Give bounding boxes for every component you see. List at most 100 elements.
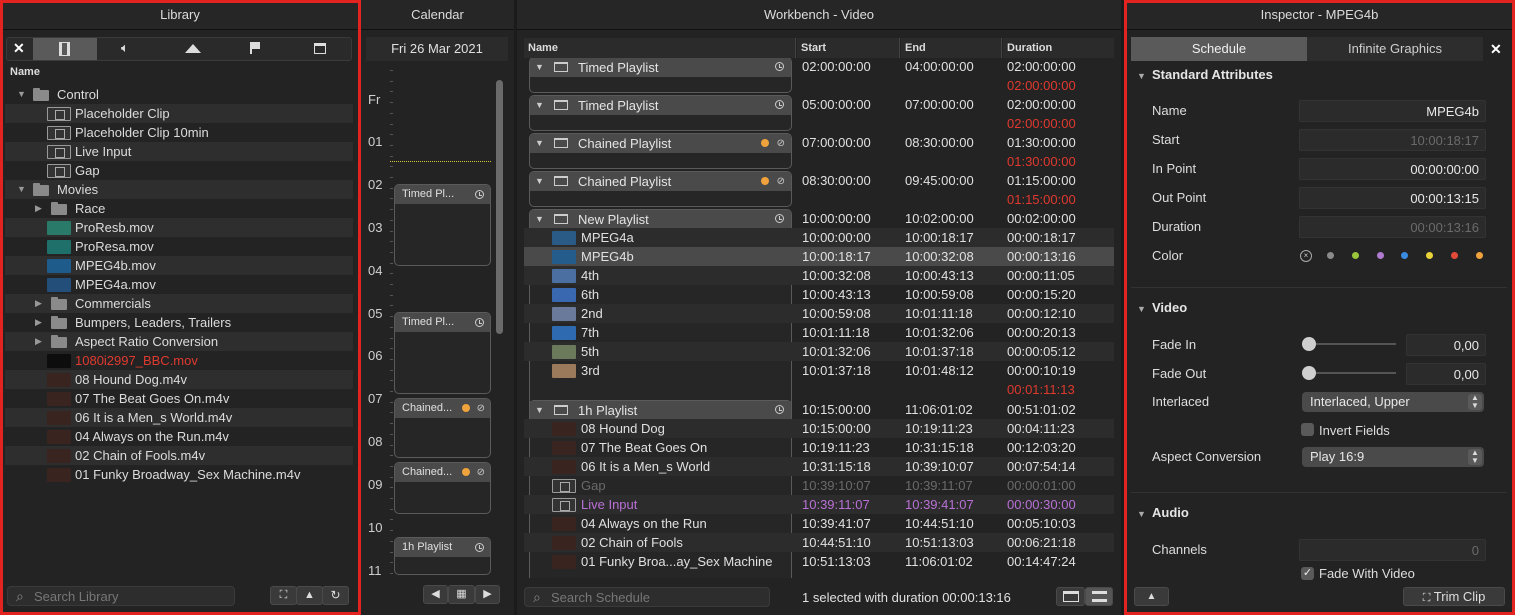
library-search-input[interactable]: Search Library bbox=[7, 586, 235, 606]
video-disclosure-icon[interactable]: ▼ bbox=[1137, 304, 1146, 314]
library-item[interactable]: ProResb.mov bbox=[5, 218, 353, 237]
table-row[interactable]: 4th 10:00:32:08 10:00:43:13 00:00:11:05 bbox=[524, 266, 1114, 285]
workbench-col-end[interactable]: End bbox=[901, 38, 1002, 58]
library-item[interactable]: ▼ Movies bbox=[5, 180, 353, 199]
field-value[interactable]: 10:00:18:17 bbox=[1299, 129, 1486, 151]
library-column-header[interactable]: Name bbox=[10, 66, 40, 78]
table-row[interactable]: 01 Funky Broa...ay_Sex Machine 10:51:13:0… bbox=[524, 552, 1114, 571]
table-row[interactable]: Live Input 10:39:11:07 10:39:41:07 00:00:30… bbox=[524, 495, 1114, 514]
table-row[interactable]: 08 Hound Dog 10:15:00:00 10:19:11:23 00:04:… bbox=[524, 419, 1114, 438]
workbench-col-name[interactable]: Name bbox=[524, 38, 796, 58]
playlist-gap-row[interactable]: 01:15:00:00 bbox=[524, 190, 1114, 209]
speaker-icon[interactable]: 🔈︎ bbox=[121, 40, 129, 56]
library-item[interactable]: ProResa.mov bbox=[5, 237, 353, 256]
table-row[interactable]: MPEG4b 10:00:18:17 10:00:32:08 00:00:13:16 bbox=[524, 247, 1114, 266]
color-swatch[interactable] bbox=[1376, 252, 1384, 259]
table-row[interactable]: 02 Chain of Fools 10:44:51:10 10:51:13:03 0… bbox=[524, 533, 1114, 552]
library-item[interactable]: ▶ Race bbox=[5, 199, 353, 218]
color-swatch[interactable] bbox=[1327, 252, 1334, 259]
fade-in-field[interactable]: 0,00 bbox=[1406, 334, 1486, 356]
library-item[interactable]: 06 It is a Men_s World.m4v bbox=[5, 408, 353, 427]
table-row[interactable]: 04 Always on the Run 10:39:41:07 10:44:51:… bbox=[524, 514, 1114, 533]
calendar-next-button[interactable]: ▶ bbox=[475, 585, 500, 604]
calendar-event[interactable]: Timed Pl... bbox=[394, 312, 491, 394]
disclosure-icon[interactable]: ▶ bbox=[35, 313, 42, 332]
color-swatch[interactable] bbox=[1475, 252, 1483, 259]
audio-disclosure-icon[interactable]: ▼ bbox=[1137, 509, 1146, 519]
close-icon[interactable]: ✕ bbox=[13, 40, 25, 57]
table-row[interactable]: Gap 10:39:10:07 10:39:11:07 00:00:01:00 bbox=[524, 476, 1114, 495]
playlist-row[interactable]: 10:00:00:00 10:02:00:00 00:02:00:00 bbox=[524, 209, 1114, 228]
table-row[interactable]: 5th 10:01:32:06 10:01:37:18 00:00:05:12 bbox=[524, 342, 1114, 361]
trim-clip-button[interactable]: ⛶ Trim Clip bbox=[1403, 587, 1505, 606]
field-value[interactable]: 00:00:00:00 bbox=[1299, 158, 1486, 180]
fade-in-slider[interactable] bbox=[1302, 337, 1316, 351]
library-item[interactable]: Placeholder Clip bbox=[5, 104, 353, 123]
calendar-date-header[interactable]: Fri 26 Mar 2021 bbox=[366, 37, 508, 61]
table-row[interactable]: MPEG4a 10:00:00:00 10:00:18:17 00:00:18:17 bbox=[524, 228, 1114, 247]
schedule-search-input[interactable]: Search Schedule bbox=[524, 587, 770, 607]
fade-out-slider[interactable] bbox=[1302, 366, 1316, 380]
inspector-close-icon[interactable]: ✕ bbox=[1490, 41, 1502, 58]
table-row[interactable]: 07 The Beat Goes On 10:19:11:23 10:31:15:1… bbox=[524, 438, 1114, 457]
aspect-conversion-select[interactable]: Play 16:9 ▲ ▼ bbox=[1302, 447, 1484, 467]
disclosure-icon[interactable]: ▶ bbox=[35, 332, 42, 351]
disclosure-icon[interactable]: ▶ bbox=[35, 294, 42, 313]
library-item[interactable]: MPEG4b.mov bbox=[5, 256, 353, 275]
table-row[interactable]: 7th 10:01:11:18 10:01:32:06 00:00:20:13 bbox=[524, 323, 1114, 342]
workbench-col-duration[interactable]: Duration bbox=[1003, 38, 1114, 58]
tab-schedule[interactable]: Schedule bbox=[1131, 37, 1307, 61]
calendar-event[interactable]: 1h Playlist bbox=[394, 537, 491, 575]
film-icon[interactable] bbox=[33, 38, 97, 60]
field-value[interactable]: 00:00:13:15 bbox=[1299, 187, 1486, 209]
playlist-row[interactable]: 10:15:00:00 11:06:01:02 00:51:01:02 bbox=[524, 400, 1114, 419]
playlist-row[interactable]: 05:00:00:00 07:00:00:00 02:00:00:00 bbox=[524, 95, 1114, 114]
fade-in-track[interactable] bbox=[1308, 343, 1396, 345]
library-item[interactable]: MPEG4a.mov bbox=[5, 275, 353, 294]
tab-infinite-graphics[interactable]: Infinite Graphics bbox=[1307, 37, 1483, 61]
library-item[interactable]: Placeholder Clip 10min bbox=[5, 123, 353, 142]
fade-video-checkbox[interactable]: ✓ bbox=[1301, 567, 1314, 580]
calendar-grid-button[interactable]: ▦ bbox=[448, 585, 475, 604]
playlist-gap-row[interactable]: 01:30:00:00 bbox=[524, 152, 1114, 171]
disclosure-icon[interactable]: ▼ bbox=[17, 180, 26, 199]
library-item[interactable]: ▶ Commercials bbox=[5, 294, 353, 313]
library-item[interactable]: 01 Funky Broadway_Sex Machine.m4v bbox=[5, 465, 353, 484]
library-item[interactable]: ▶ Aspect Ratio Conversion bbox=[5, 332, 353, 351]
playlist-row[interactable]: 02:00:00:00 04:00:00:00 02:00:00:00 bbox=[524, 58, 1114, 76]
library-item[interactable]: 08 Hound Dog.m4v bbox=[5, 370, 353, 389]
field-value[interactable]: 00:00:13:16 bbox=[1299, 216, 1486, 238]
library-item[interactable]: Gap bbox=[5, 161, 353, 180]
library-item[interactable]: 04 Always on the Run.m4v bbox=[5, 427, 353, 446]
playlist-row[interactable]: 07:00:00:00 08:30:00:00 01:30:00:00 bbox=[524, 133, 1114, 152]
fit-view-icon[interactable]: ⛶ bbox=[270, 586, 297, 605]
fade-out-track[interactable] bbox=[1308, 372, 1396, 374]
standard-disclosure-icon[interactable]: ▼ bbox=[1137, 71, 1146, 81]
list-view-icon[interactable] bbox=[1085, 587, 1113, 606]
calendar-scroller[interactable] bbox=[496, 80, 503, 334]
library-item[interactable]: Live Input bbox=[5, 142, 353, 161]
playlist-gap-row[interactable]: 00:01:11:13 bbox=[524, 380, 1114, 399]
calendar-event[interactable]: Chained... ⊘ bbox=[394, 398, 491, 458]
interlaced-select[interactable]: Interlaced, Upper ▲ ▼ bbox=[1302, 392, 1484, 412]
library-item[interactable]: 02 Chain of Fools.m4v bbox=[5, 446, 353, 465]
mountains-icon[interactable] bbox=[185, 44, 201, 53]
table-row[interactable]: 3rd 10:01:37:18 10:01:48:12 00:00:10:19 bbox=[524, 361, 1114, 380]
field-value[interactable]: MPEG4b bbox=[1299, 100, 1486, 122]
playlist-gap-row[interactable]: 02:00:00:00 bbox=[524, 114, 1114, 133]
library-item[interactable]: ▼ Control bbox=[5, 85, 353, 104]
calendar-event[interactable]: Chained... ⊘ bbox=[394, 462, 491, 514]
library-item[interactable]: 07 The Beat Goes On.m4v bbox=[5, 389, 353, 408]
disclosure-icon[interactable]: ▼ bbox=[17, 85, 26, 104]
fade-out-field[interactable]: 0,00 bbox=[1406, 363, 1486, 385]
inspector-image-button[interactable]: ▲ bbox=[1134, 587, 1169, 606]
library-item[interactable]: ▶ Bumpers, Leaders, Trailers bbox=[5, 313, 353, 332]
calendar-event[interactable]: Timed Pl... bbox=[394, 184, 491, 266]
table-row[interactable]: 06 It is a Men_s World 10:31:15:18 10:39:1… bbox=[524, 457, 1114, 476]
color-swatch[interactable] bbox=[1451, 252, 1458, 259]
calendar-prev-button[interactable]: ◀ bbox=[423, 585, 448, 604]
color-swatch[interactable] bbox=[1351, 252, 1359, 259]
refresh-icon[interactable]: ↻ bbox=[322, 586, 349, 605]
workbench-col-start[interactable]: Start bbox=[797, 38, 900, 58]
table-row[interactable]: 6th 10:00:43:13 10:00:59:08 00:00:15:20 bbox=[524, 285, 1114, 304]
